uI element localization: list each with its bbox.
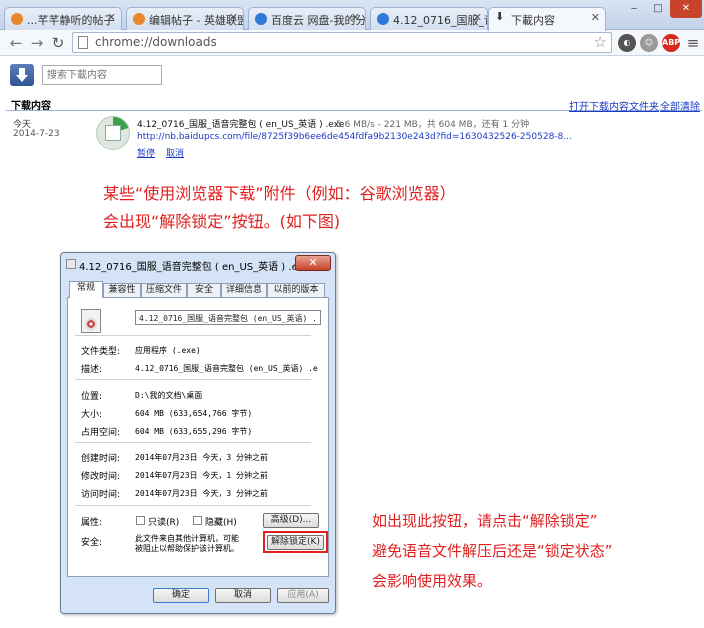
close-icon[interactable]: ✕: [591, 11, 600, 24]
properties-dialog: 4.12_0716_国服_语音完整包 ( en_US_英语 ) .e... ✕ …: [60, 252, 336, 614]
close-icon[interactable]: ✕: [229, 11, 238, 24]
row-value: 604 MB (633,654,766 字节): [135, 409, 253, 418]
exe-file-icon: [81, 309, 101, 333]
pause-link[interactable]: 暂停: [137, 146, 155, 159]
tab-label: 下載内容: [511, 14, 555, 27]
site-favicon-icon: [133, 13, 145, 25]
downloads-logo-icon: [10, 64, 34, 86]
row-label: 文件类型:: [81, 347, 121, 357]
download-status: 5.6 MB/s - 221 MB，共 604 MB，还有 1 分钟: [336, 120, 530, 130]
tab-previous-versions[interactable]: 以前的版本: [267, 283, 325, 297]
row-label: 修改时间:: [81, 472, 121, 482]
tab-downloads[interactable]: ⬇ 下載内容 ✕: [488, 7, 606, 31]
clear-all-link[interactable]: 全部清除: [660, 98, 700, 113]
tab-4[interactable]: 4.12_0716_国服_语言 ✕: [370, 7, 488, 30]
tab-compatibility[interactable]: 兼容性: [103, 283, 141, 297]
file-icon: [66, 259, 76, 269]
row-value: 2014年07月23日 今天，1 分钟之前: [135, 471, 268, 480]
tab-label: ...芊芊静听的帖子: [27, 14, 115, 27]
download-url[interactable]: http://nb.baidupcs.com/file/8725f39b6ee6…: [137, 132, 572, 142]
row-value: 应用程序 (.exe): [135, 346, 201, 355]
row-value: 4.12_0716_国服_语音完整包 (en_US_英语) .e: [135, 364, 318, 373]
row-label: 位置:: [81, 392, 103, 402]
star-icon[interactable]: ☆: [594, 33, 607, 51]
page-icon: [78, 36, 88, 49]
hidden-checkbox[interactable]: [193, 516, 202, 525]
extension-icon[interactable]: ☺: [640, 34, 658, 52]
tab-3[interactable]: 百度云 网盘-我的分 ✕: [248, 7, 366, 30]
tab-general[interactable]: 常规: [69, 281, 103, 298]
row-value: 2014年07月23日 今天，3 分钟之前: [135, 489, 268, 498]
advanced-button[interactable]: 高级(D)...: [263, 513, 319, 528]
tab-details[interactable]: 详细信息: [221, 283, 267, 297]
annotation-top-line1: 某些“使用浏览器下载”附件（例如：谷歌浏览器）: [103, 184, 456, 203]
dialog-title: 4.12_0716_国服_语音完整包 ( en_US_英语 ) .e...: [79, 262, 308, 273]
download-icon: ⬇: [495, 10, 505, 23]
baidu-cloud-icon: [377, 13, 389, 25]
close-icon[interactable]: ✕: [351, 11, 360, 24]
apply-button[interactable]: 应用(A): [277, 588, 329, 603]
annotation-right-line3: 会影响使用效果。: [372, 572, 493, 590]
unblock-button[interactable]: 解除锁定(K): [267, 535, 324, 550]
browser-toolbar: ← → ↻ chrome://downloads ☆ ◐ ☺ ABP ≡: [0, 30, 704, 56]
address-text: chrome://downloads: [95, 35, 217, 49]
row-label: 大小:: [81, 410, 103, 420]
downloads-header: 下载内容 打开下载内容文件夹 全部清除: [6, 97, 702, 113]
cancel-link[interactable]: 取消: [166, 146, 184, 159]
tab-security[interactable]: 安全: [187, 283, 221, 297]
row-value: 2014年07月23日 今天，3 分钟之前: [135, 453, 268, 462]
attributes-label: 属性:: [81, 518, 103, 528]
row-value: D:\我的文档\桌面: [135, 391, 203, 400]
ok-button[interactable]: 确定: [153, 588, 209, 603]
row-label: 访问时间:: [81, 490, 121, 500]
row-label: 占用空间:: [81, 428, 121, 438]
address-bar[interactable]: chrome://downloads ☆: [72, 32, 612, 53]
minimize-button[interactable]: ‒: [622, 0, 646, 18]
menu-icon[interactable]: ≡: [683, 33, 703, 53]
download-filename[interactable]: 4.12_0716_国服_语音完整包 ( en_US_英语 ) .exe: [137, 117, 344, 130]
readonly-checkbox[interactable]: [136, 516, 145, 525]
annotation-top-line2: 会出现“解除锁定”按钮。(如下图): [103, 212, 341, 231]
site-favicon-icon: [11, 13, 23, 25]
page-title: 下载内容: [11, 101, 51, 112]
cancel-button[interactable]: 取消: [215, 588, 271, 603]
close-icon[interactable]: ✕: [473, 11, 482, 24]
tab-2[interactable]: 编辑帖子 - 英雄联盟 ✕: [126, 7, 244, 30]
security-text-line2: 被阻止以帮助保护该计算机。: [135, 544, 239, 553]
forward-arrow-icon[interactable]: →: [27, 33, 47, 53]
download-progress-icon: [96, 116, 130, 150]
tab-archive[interactable]: 压缩文件: [141, 283, 187, 297]
download-date: 2014-7-23: [13, 129, 60, 139]
tab-strip: ...芊芊静听的帖子 ✕ 编辑帖子 - 英雄联盟 ✕ 百度云 网盘-我的分 ✕ …: [0, 0, 704, 31]
close-icon[interactable]: ✕: [107, 11, 116, 24]
dialog-close-button[interactable]: ✕: [295, 255, 331, 271]
row-label: 创建时间:: [81, 454, 121, 464]
annotation-right-line1: 如出现此按钮，请点击“解除锁定”: [372, 512, 598, 530]
readonly-label: 只读(R): [148, 518, 180, 528]
adblock-icon[interactable]: ABP: [662, 34, 680, 52]
window-close-button[interactable]: ✕: [670, 0, 702, 18]
file-name-field[interactable]: 4.12_0716_国服_语音完整包 (en_US_英语) .: [135, 310, 321, 325]
extension-icon[interactable]: ◐: [618, 34, 636, 52]
hidden-label: 隐藏(H): [205, 518, 237, 528]
security-label: 安全:: [81, 538, 103, 548]
reload-icon[interactable]: ↻: [48, 33, 68, 53]
tab-1[interactable]: ...芊芊静听的帖子 ✕: [4, 7, 122, 30]
annotation-right-line2: 避免语音文件解压后还是“锁定状态”: [372, 542, 613, 560]
search-input[interactable]: [42, 65, 162, 85]
baidu-cloud-icon: [255, 13, 267, 25]
back-arrow-icon[interactable]: ←: [6, 33, 26, 53]
row-value: 604 MB (633,655,296 字节): [135, 427, 253, 436]
maximize-button[interactable]: □: [646, 0, 670, 18]
row-label: 描述:: [81, 365, 103, 375]
open-folder-link[interactable]: 打开下载内容文件夹: [569, 98, 659, 113]
